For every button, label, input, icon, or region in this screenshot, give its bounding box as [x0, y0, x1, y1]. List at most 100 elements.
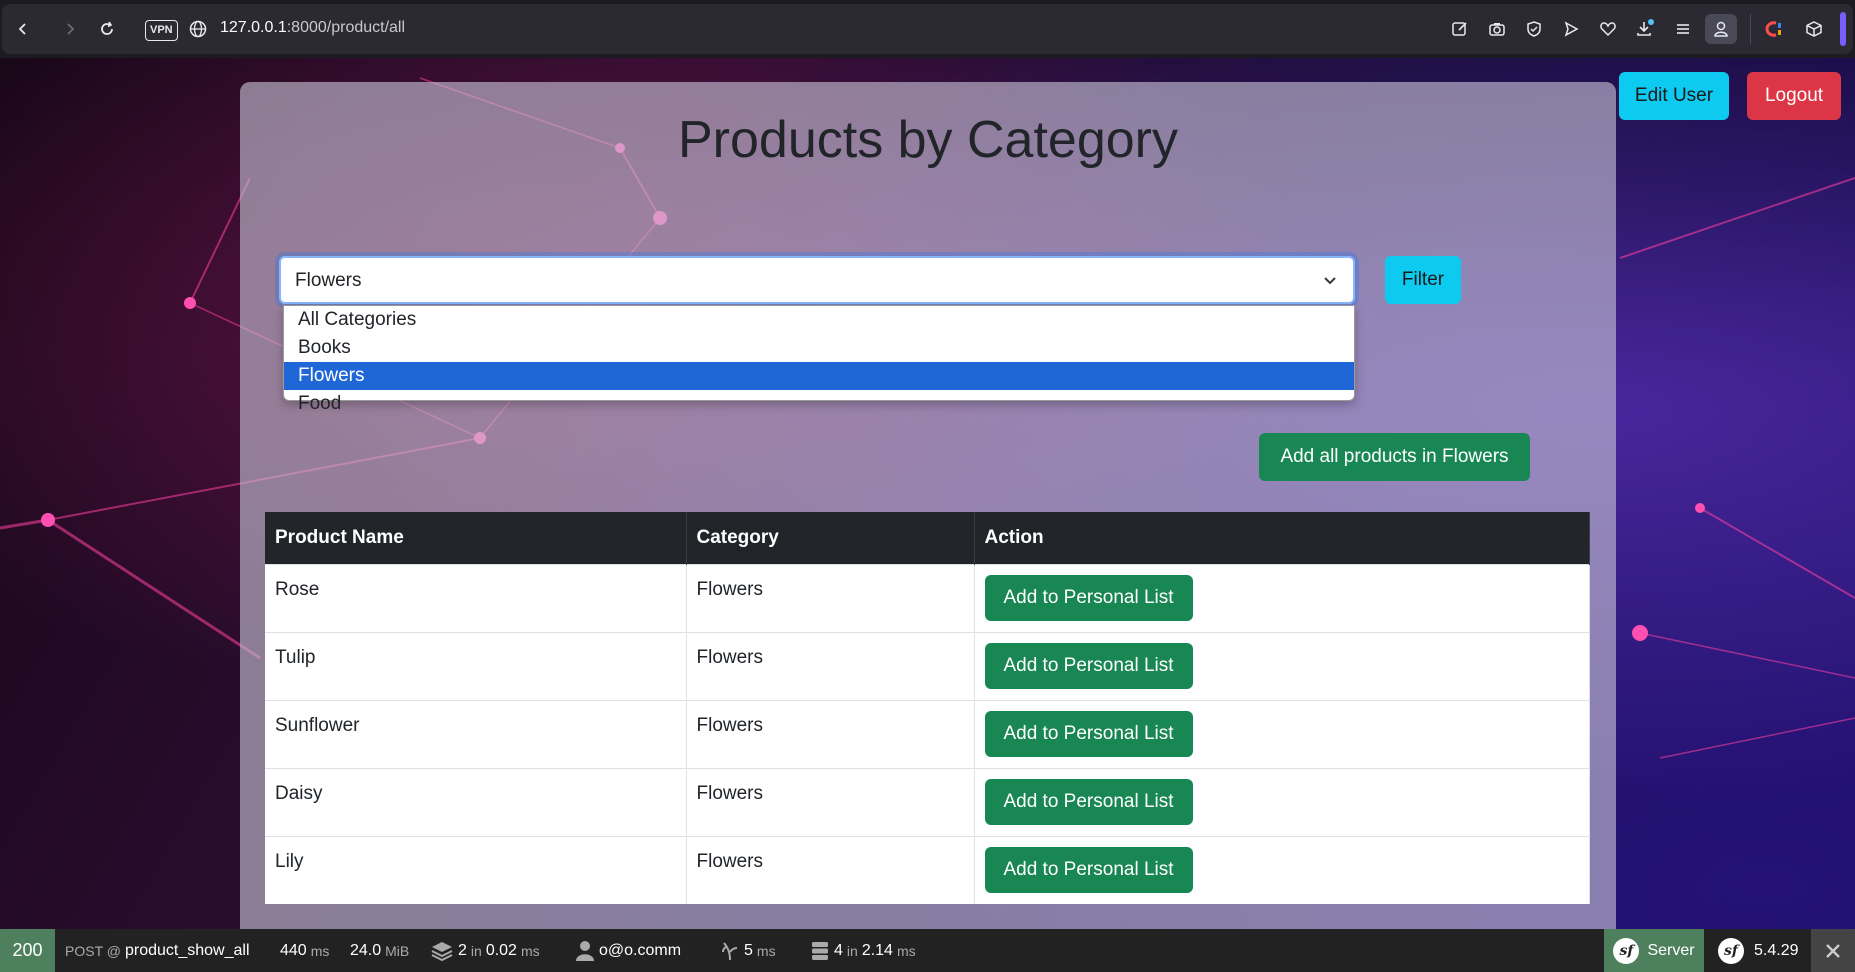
- time-metric[interactable]: 440 ms: [280, 929, 329, 972]
- table-row: Tulip Flowers Add to Personal List: [265, 631, 1590, 700]
- heart-icon[interactable]: [1597, 18, 1619, 40]
- dropdown-option-all-categories[interactable]: All Categories: [284, 306, 1354, 334]
- add-to-personal-list-button[interactable]: Add to Personal List: [984, 574, 1193, 621]
- user-email: o@o.comm: [599, 941, 682, 959]
- version-label: 5.4.29: [1754, 941, 1799, 959]
- database-icon: [812, 941, 828, 960]
- layers-icon: [431, 941, 453, 961]
- cache-time: 0.02: [485, 941, 517, 959]
- cache-metric[interactable]: 2 in 0.02 ms: [430, 929, 540, 972]
- twig-time: 5: [744, 941, 753, 959]
- edit-page-icon[interactable]: [1449, 18, 1471, 40]
- download-icon[interactable]: [1634, 18, 1656, 40]
- debug-toolbar: 200 POST @ product_show_all 440 ms 24.0 …: [0, 929, 1855, 972]
- product-name-cell: Sunflower: [265, 699, 687, 768]
- send-icon[interactable]: [1560, 18, 1582, 40]
- products-table: Product Name Category Action Rose Flower…: [265, 512, 1590, 904]
- product-name-cell: Lily: [265, 835, 687, 904]
- sidebar-indicator: [1840, 12, 1846, 46]
- twig-metric[interactable]: 5 ms: [720, 929, 776, 972]
- status-code-badge[interactable]: 200: [0, 929, 55, 972]
- db-unit: ms: [896, 942, 916, 959]
- product-name-cell: Daisy: [265, 767, 687, 836]
- add-all-products-button[interactable]: Add all products in Flowers: [1259, 433, 1530, 481]
- user-icon: [576, 940, 594, 961]
- route-name: product_show_all: [124, 941, 250, 959]
- action-cell: Add to Personal List: [974, 767, 1590, 836]
- add-to-personal-list-button[interactable]: Add to Personal List: [984, 846, 1193, 893]
- product-name-cell: Tulip: [265, 631, 687, 700]
- category-cell: Flowers: [686, 835, 975, 904]
- dropdown-option-books[interactable]: Books: [284, 334, 1354, 362]
- memory-metric[interactable]: 24.0 MiB: [350, 929, 409, 972]
- menu-icon[interactable]: [1672, 18, 1694, 40]
- product-name-cell: Rose: [265, 563, 687, 632]
- page-title: Products by Category: [677, 111, 1179, 169]
- table-header-row: Product Name Category Action: [265, 512, 1590, 564]
- table-row: Rose Flowers Add to Personal List: [265, 563, 1590, 632]
- dropdown-option-food[interactable]: Food: [284, 390, 1354, 418]
- table-row: Lily Flowers Add to Personal List: [265, 835, 1590, 904]
- filter-button[interactable]: Filter: [1385, 256, 1461, 304]
- category-dropdown-list: All Categories Books Flowers Food: [283, 305, 1355, 414]
- globe-icon[interactable]: [188, 19, 208, 39]
- header-product-name: Product Name: [265, 512, 687, 564]
- time-value: 440: [280, 941, 307, 959]
- action-cell: Add to Personal List: [974, 699, 1590, 768]
- table-row: Sunflower Flowers Add to Personal List: [265, 699, 1590, 768]
- page-viewport: Products by Category Flowers All Categor…: [0, 58, 1855, 929]
- toolbar-separator: [1750, 14, 1751, 44]
- add-to-personal-list-button[interactable]: Add to Personal List: [984, 778, 1193, 825]
- category-cell: Flowers: [686, 699, 975, 768]
- db-time: 2.14: [861, 941, 893, 959]
- table-row: Daisy Flowers Add to Personal List: [265, 767, 1590, 836]
- database-metric[interactable]: 4 in 2.14 ms: [810, 929, 916, 972]
- chevron-down-icon: [1324, 277, 1336, 285]
- add-to-personal-list-button[interactable]: Add to Personal List: [984, 642, 1193, 689]
- close-toolbar-icon[interactable]: [1811, 929, 1855, 972]
- profile-icon[interactable]: [1705, 14, 1737, 44]
- vpn-badge[interactable]: VPN: [145, 20, 178, 41]
- content-card: Products by Category Flowers All Categor…: [240, 82, 1616, 929]
- header-action: Action: [974, 512, 1590, 564]
- url-field[interactable]: 127.0.0.1:8000/product/all: [220, 19, 405, 37]
- cache-count: 2: [458, 941, 467, 959]
- logout-button[interactable]: Logout: [1747, 72, 1841, 120]
- request-method: POST @: [65, 942, 121, 959]
- server-label: Server: [1647, 941, 1695, 959]
- reload-icon[interactable]: [92, 14, 122, 44]
- db-count: 4: [834, 941, 843, 959]
- action-cell: Add to Personal List: [974, 835, 1590, 904]
- request-info[interactable]: POST @ product_show_all: [65, 929, 250, 972]
- edit-user-button[interactable]: Edit User: [1619, 72, 1729, 120]
- memory-value: 24.0: [350, 941, 382, 959]
- symfony-version[interactable]: sf 5.4.29: [1718, 929, 1798, 972]
- category-select[interactable]: Flowers: [279, 256, 1355, 304]
- shield-icon[interactable]: [1523, 18, 1545, 40]
- cache-in: in: [470, 942, 482, 959]
- twig-icon: [722, 941, 738, 960]
- category-cell: Flowers: [686, 631, 975, 700]
- server-info[interactable]: sf Server: [1604, 929, 1704, 972]
- action-cell: Add to Personal List: [974, 563, 1590, 632]
- db-in: in: [846, 942, 858, 959]
- header-category: Category: [686, 512, 975, 564]
- url-path: :8000/product/all: [286, 19, 406, 36]
- memory-unit: MiB: [385, 942, 410, 959]
- forward-icon[interactable]: [55, 14, 85, 44]
- user-info[interactable]: o@o.comm: [575, 929, 681, 972]
- dropdown-option-flowers[interactable]: Flowers: [284, 362, 1354, 390]
- add-to-personal-list-button[interactable]: Add to Personal List: [984, 710, 1193, 757]
- action-cell: Add to Personal List: [974, 631, 1590, 700]
- time-unit: ms: [310, 942, 330, 959]
- twig-unit: ms: [756, 942, 776, 959]
- camera-icon[interactable]: [1486, 18, 1508, 40]
- symfony-logo-icon: sf: [1718, 937, 1744, 964]
- browser-toolbar: VPN 127.0.0.1:8000/product/all: [0, 0, 1855, 58]
- extension-logo-icon[interactable]: [1763, 18, 1785, 40]
- back-icon[interactable]: [8, 14, 38, 44]
- extensions-cube-icon[interactable]: [1803, 18, 1825, 40]
- category-select-value: Flowers: [295, 270, 362, 291]
- category-cell: Flowers: [686, 563, 975, 632]
- symfony-logo-icon: sf: [1613, 937, 1640, 964]
